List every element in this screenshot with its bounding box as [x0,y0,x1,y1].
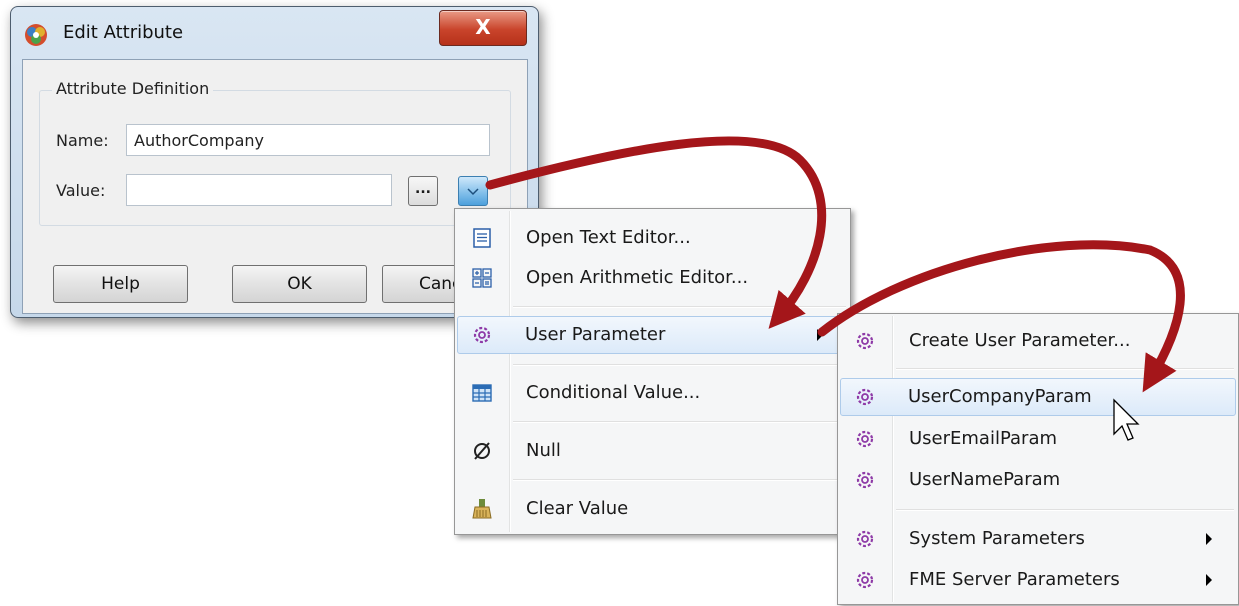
close-button[interactable]: X [439,10,527,46]
null-icon [471,440,493,462]
table-icon [471,382,493,404]
menu-separator [513,364,846,366]
attribute-definition-group: Attribute Definition Name: AuthorCompany… [39,79,511,226]
text-editor-icon [471,227,493,249]
menu-item-clear-value[interactable]: Clear Value [457,490,848,528]
menu-item-label: UserNameParam [909,469,1061,490]
submenu-item-usercompanyparam[interactable]: UserCompanyParam [840,378,1236,416]
user-parameter-submenu: Create User Parameter... UserCompanyPara… [837,313,1239,605]
menu-item-open-text-editor[interactable]: Open Text Editor... [457,219,848,257]
gear-icon [854,330,876,352]
menu-item-label: User Parameter [525,324,666,345]
dialog-client-area: Attribute Definition Name: AuthorCompany… [22,59,528,314]
menu-item-label: Conditional Value... [526,382,701,403]
submenu-item-fme-server-parameters[interactable]: FME Server Parameters [840,561,1236,599]
menu-separator [513,421,846,423]
value-label: Value: [56,181,106,200]
gear-icon [854,386,876,408]
menu-item-label: Create User Parameter... [909,330,1131,351]
browse-button[interactable]: ... [408,176,438,206]
dialog-titlebar[interactable]: Edit Attribute X [11,7,538,59]
menu-item-label: Clear Value [526,498,629,519]
menu-item-label: UserEmailParam [909,428,1058,449]
arithmetic-editor-icon [471,267,493,289]
group-title: Attribute Definition [52,79,214,98]
submenu-arrow-icon [817,329,823,341]
menu-separator [513,479,846,481]
submenu-arrow-icon [1206,533,1212,545]
menu-separator [896,509,1234,511]
value-field[interactable] [126,174,392,206]
name-label: Name: [56,131,109,150]
menu-item-label: System Parameters [909,528,1085,549]
menu-item-label: FME Server Parameters [909,569,1120,590]
help-button[interactable]: Help [53,265,188,303]
menu-item-label: Open Arithmetic Editor... [526,267,749,288]
fme-app-icon [22,21,50,49]
broom-icon [471,498,493,520]
menu-item-label: Null [526,440,561,461]
menu-separator [513,306,846,308]
value-menu-button[interactable] [458,176,488,206]
dialog-title: Edit Attribute [63,22,184,43]
ok-button[interactable]: OK [232,265,367,303]
menu-item-null[interactable]: Null [457,432,848,470]
menu-item-open-arithmetic-editor[interactable]: Open Arithmetic Editor... [457,259,848,297]
submenu-arrow-icon [1206,574,1212,586]
submenu-item-useremailparam[interactable]: UserEmailParam [840,420,1236,458]
menu-item-conditional-value[interactable]: Conditional Value... [457,374,848,412]
dropdown-icon [467,188,479,196]
value-context-menu: Open Text Editor... Open Arithmetic Edit… [454,208,851,535]
name-field[interactable]: AuthorCompany [126,124,490,156]
gear-icon [854,528,876,550]
submenu-item-create-user-parameter[interactable]: Create User Parameter... [840,322,1236,360]
gear-icon [854,569,876,591]
menu-item-label: Open Text Editor... [526,227,691,248]
submenu-item-usernameparam[interactable]: UserNameParam [840,461,1236,499]
user-parameter-icon [471,324,493,346]
menu-item-label: UserCompanyParam [908,386,1092,407]
gear-icon [854,469,876,491]
menu-item-user-parameter[interactable]: User Parameter [457,316,848,354]
gear-icon [854,428,876,450]
menu-separator [896,368,1234,370]
submenu-item-system-parameters[interactable]: System Parameters [840,520,1236,558]
